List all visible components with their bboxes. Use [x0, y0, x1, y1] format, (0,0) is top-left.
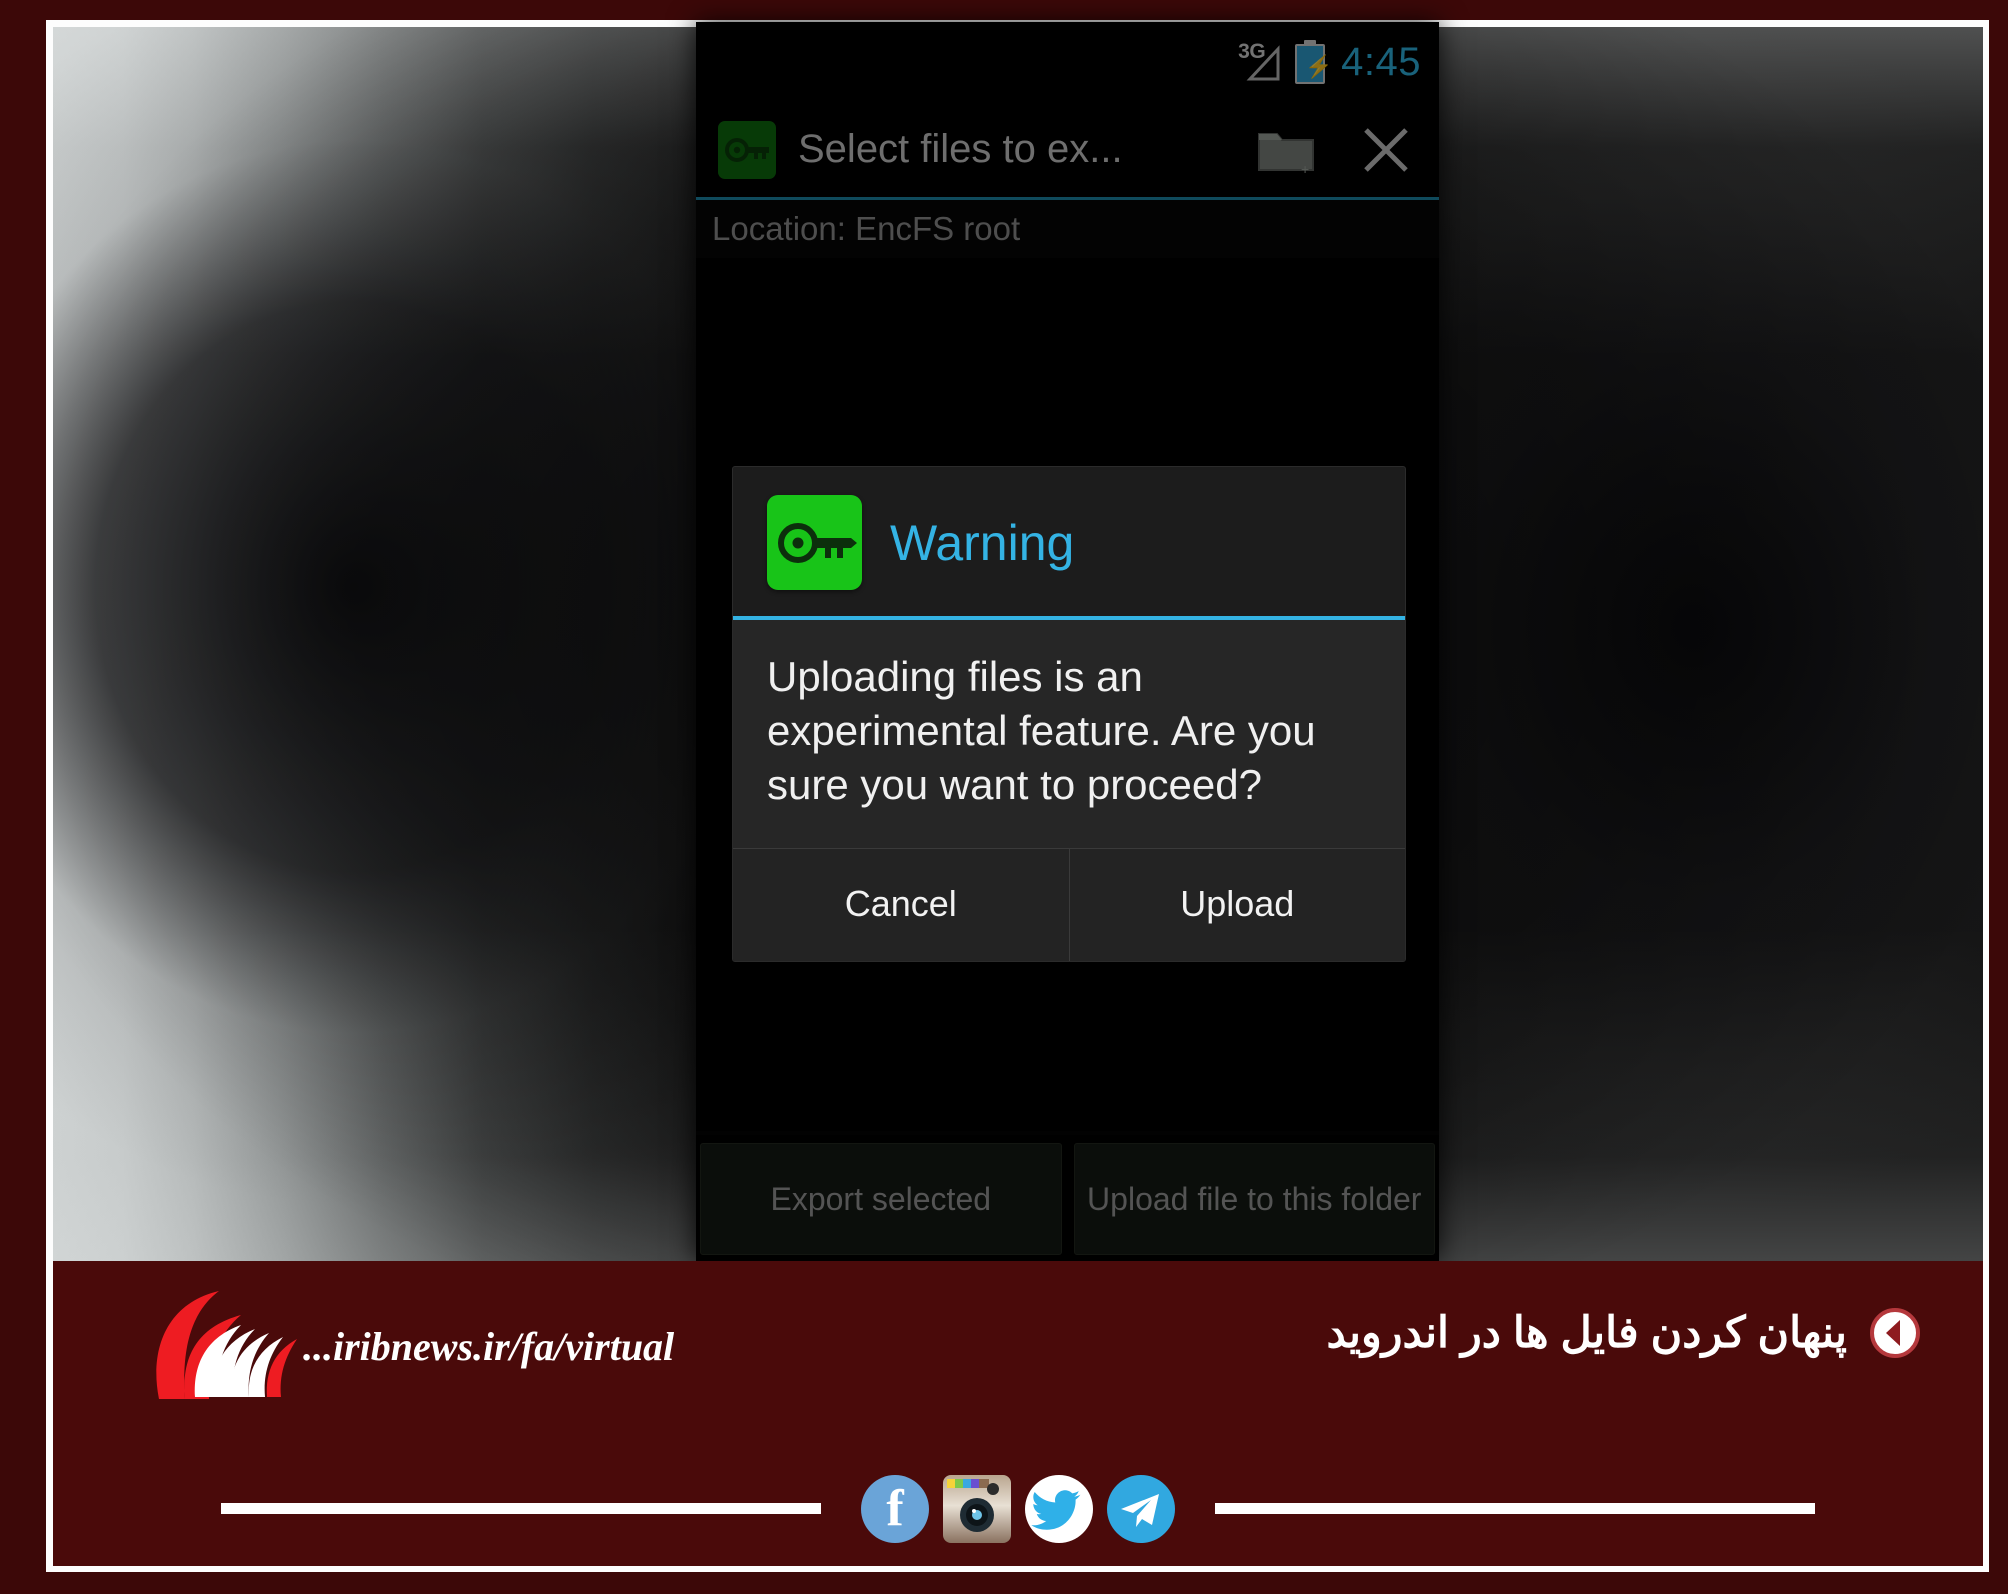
instagram-icon[interactable] [943, 1474, 1011, 1543]
phone-screenshot: 3G ⚡ 4:45 Select files to ex... + Locati… [696, 22, 1439, 1261]
green-key-icon [767, 495, 862, 590]
warning-dialog: Warning Uploading files is an experiment… [732, 466, 1406, 962]
news-banner: ...iribnews.ir/fa/virtual پنهان کردن فای… [53, 1261, 1983, 1566]
page-root: 3G ⚡ 4:45 Select files to ex... + Locati… [0, 0, 2008, 1594]
back-arrow-circle-icon[interactable] [1869, 1307, 1921, 1359]
site-url-text: ...iribnews.ir/fa/virtual [303, 1324, 675, 1369]
headline-group: پنهان کردن فایل ها در اندروید [1326, 1307, 1921, 1359]
social-row: f [53, 1451, 1983, 1566]
dialog-button-row: Cancel Upload [733, 848, 1405, 961]
divider-line-left [221, 1503, 821, 1514]
banner-top-row: ...iribnews.ir/fa/virtual پنهان کردن فای… [53, 1261, 1983, 1451]
dialog-message: Uploading files is an experimental featu… [733, 620, 1405, 848]
twitter-icon[interactable] [1025, 1474, 1093, 1543]
dialog-header: Warning [733, 467, 1405, 620]
facebook-glyph: f [886, 1480, 904, 1537]
facebook-icon[interactable]: f [861, 1474, 929, 1543]
headline-text: پنهان کردن فایل ها در اندروید [1326, 1309, 1847, 1357]
cancel-button[interactable]: Cancel [733, 849, 1069, 961]
irib-logo [123, 1279, 313, 1409]
telegram-icon[interactable] [1107, 1474, 1175, 1543]
social-icon-group: f [861, 1474, 1175, 1543]
divider-line-right [1215, 1503, 1815, 1514]
dialog-title: Warning [890, 514, 1075, 571]
upload-button[interactable]: Upload [1068, 849, 1405, 961]
